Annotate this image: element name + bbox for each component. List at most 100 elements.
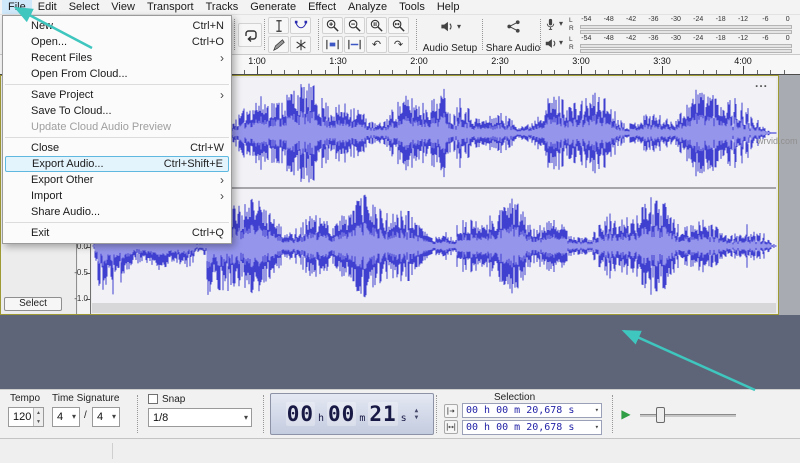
recording-meter[interactable]: ▾ LR -54 -48 -42 -36 -30 -24 -18 -12 -6 0 (544, 16, 794, 34)
timeline-tick (243, 70, 245, 74)
meter-db-tick: -12 (737, 16, 749, 23)
audio-position-display[interactable]: 00 h 00 m 21 s ▲ ▼ (270, 393, 434, 435)
menu-separator (5, 84, 229, 85)
submenu-arrow-icon: › (220, 173, 224, 187)
draw-tool-button[interactable] (268, 36, 289, 53)
timeline-label: 3:30 (653, 56, 671, 66)
toolbar-grip[interactable] (234, 19, 235, 50)
toolbar-grip[interactable] (137, 395, 138, 433)
menubar-item-edit[interactable]: Edit (32, 0, 63, 14)
toolbar-grip[interactable] (416, 19, 417, 50)
menubar-item-tracks[interactable]: Tracks (200, 0, 245, 14)
file-menu-item-share-audio[interactable]: Share Audio... (3, 204, 231, 220)
snap-dropdown[interactable]: 1/8 ▾ (148, 408, 252, 427)
timeline-tick (675, 70, 677, 74)
file-menu-item-update-cloud-audio-preview[interactable]: Update Cloud Audio Preview (3, 119, 231, 135)
file-menu-item-open[interactable]: Open... Ctrl+O (3, 34, 231, 50)
timeline-tick (500, 66, 501, 74)
menubar-item-transport[interactable]: Transport (141, 0, 200, 14)
audio-setup-button[interactable]: ▾ Audio Setup (420, 16, 480, 54)
menu-bar: File Edit Select View Transport Tracks Generat… (0, 0, 800, 15)
selection-length-toggle[interactable] (444, 420, 458, 434)
meter-db-tick: 0 (785, 16, 790, 23)
timeline-label: 1:00 (248, 56, 266, 66)
time-signature-lower-dropdown[interactable]: 4 ▾ (92, 407, 120, 427)
watermark: wrvid.com (757, 136, 798, 146)
toolbar-grip[interactable] (540, 19, 541, 50)
speaker-icon (441, 21, 452, 32)
undo-button[interactable]: ↶ (366, 36, 387, 53)
play-speed-slider-handle[interactable] (656, 407, 665, 423)
toolbar-grip[interactable] (482, 19, 483, 50)
toolbar-grip[interactable] (318, 19, 319, 50)
timeline-tick (270, 70, 272, 74)
menubar-item-help[interactable]: Help (431, 0, 466, 14)
pencil-icon (272, 38, 285, 51)
trim-audio-button[interactable] (322, 36, 343, 53)
file-menu-item-save-project[interactable]: Save Project › (3, 87, 231, 103)
redo-button[interactable]: ↷ (388, 36, 409, 53)
menubar-item-view[interactable]: View (105, 0, 141, 14)
trim-icon (326, 39, 339, 50)
menubar-item-tools[interactable]: Tools (393, 0, 431, 14)
zoom-selection-button[interactable] (366, 17, 387, 34)
recording-meter-scale: -54 -48 -42 -36 -30 -24 -18 -12 -6 0 (580, 16, 792, 34)
timeline-tick (405, 70, 407, 74)
amplitude-tick (86, 247, 90, 248)
track-overflow-menu[interactable]: ... (755, 76, 768, 90)
status-bar-divider (112, 443, 113, 459)
multi-tool-button[interactable] (290, 36, 311, 53)
timeline-tick (662, 66, 663, 74)
time-signature-upper-dropdown[interactable]: 4 ▾ (52, 407, 80, 427)
toolbar-grip[interactable] (263, 395, 264, 433)
timeline-tick (743, 66, 744, 74)
play-speed-slider[interactable] (640, 414, 736, 417)
meter-channel-labels: LR (569, 36, 574, 51)
zoom-fit-button[interactable] (388, 17, 409, 34)
file-menu-item-recent-files[interactable]: Recent Files › (3, 50, 231, 66)
playback-meter[interactable]: ▾ LR -54 -48 -42 -36 -30 -24 -18 -12 -6 0 (544, 35, 794, 53)
file-menu-item-export-audio[interactable]: Export Audio... Ctrl+Shift+E (5, 156, 229, 172)
file-menu-item-exit[interactable]: Exit Ctrl+Q (3, 225, 231, 241)
toolbar-grip[interactable] (612, 395, 613, 433)
envelope-tool-button[interactable] (290, 17, 311, 34)
selection-start-toggle[interactable] (444, 404, 458, 418)
share-audio-button[interactable]: Share Audio (486, 16, 540, 54)
loop-button[interactable] (238, 23, 262, 47)
play-icon: ▶ (621, 407, 631, 421)
menubar-item-file[interactable]: File (2, 0, 32, 14)
meter-db-tick: -24 (693, 16, 704, 23)
track-select-button[interactable]: Select (4, 297, 62, 311)
file-menu-item-export-other[interactable]: Export Other › (3, 172, 231, 188)
share-audio-label: Share Audio (485, 43, 541, 54)
submenu-arrow-icon: › (220, 51, 224, 65)
zoom-in-button[interactable] (322, 17, 343, 34)
file-menu-item-import[interactable]: Import › (3, 188, 231, 204)
spinner-arrows-icon[interactable]: ▲ ▼ (415, 407, 419, 421)
selection-tool-button[interactable] (268, 17, 289, 34)
file-menu-item-open-from-cloud[interactable]: Open From Cloud... (3, 66, 231, 82)
file-menu-item-new[interactable]: New Ctrl+N (3, 18, 231, 34)
menubar-item-generate[interactable]: Generate (244, 0, 302, 14)
play-at-speed-button[interactable]: ▶ (617, 405, 635, 423)
selection-start-field[interactable]: 00 h 00 m 20,678 s ▾ (462, 403, 602, 418)
menubar-item-effect[interactable]: Effect (302, 0, 342, 14)
timeline-tick (756, 70, 758, 74)
menubar-item-select[interactable]: Select (63, 0, 106, 14)
tempo-spinner[interactable]: 120 ▲ ▼ (8, 407, 44, 427)
menubar-item-analyze[interactable]: Analyze (342, 0, 393, 14)
silence-audio-button[interactable] (344, 36, 365, 53)
toolbar-grip[interactable] (436, 395, 437, 433)
file-menu-item-close[interactable]: Close Ctrl+W (3, 140, 231, 156)
timeline-tick (473, 70, 474, 74)
caret-down-icon: ▾ (594, 406, 599, 414)
timeline-tick (594, 70, 596, 74)
snap-checkbox[interactable] (148, 394, 158, 404)
toolbar-grip[interactable] (264, 19, 265, 50)
spinner-arrows-icon[interactable]: ▲ ▼ (33, 408, 43, 426)
empty-track-area (0, 315, 800, 389)
zoom-out-button[interactable] (344, 17, 365, 34)
file-menu-item-save-to-cloud[interactable]: Save To Cloud... (3, 103, 231, 119)
selection-end-field[interactable]: 00 h 00 m 20,678 s ▾ (462, 420, 602, 435)
audacity-window: File Edit Select View Transport Tracks Generat… (0, 0, 800, 463)
